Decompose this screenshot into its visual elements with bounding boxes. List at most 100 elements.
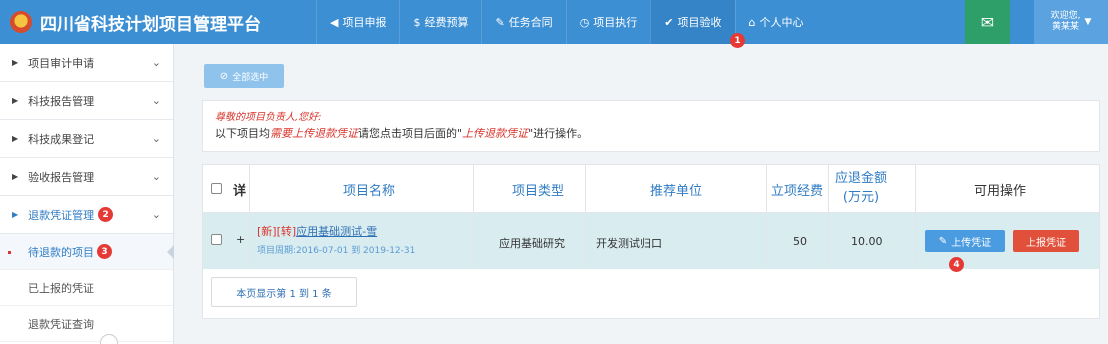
project-name-cell: [新][转]应用基础测试-雪 项目周期:2016-07-01 到 2019-12… xyxy=(257,223,415,256)
notice-suffix: "进行操作。 xyxy=(528,127,589,140)
triangle-right-icon: ▶ xyxy=(12,210,19,219)
sidebar-item-label: 科技报告管理 xyxy=(28,94,95,108)
report-voucher-label: 上报凭证 xyxy=(1026,237,1066,249)
user-menu[interactable]: 欢迎您, 黄某某 ▼ xyxy=(1034,0,1108,44)
step-badge: 2 xyxy=(98,207,114,222)
select-all-button[interactable]: ⊘ 全部选中 xyxy=(204,64,284,88)
col-refund-line1: 应退金额 xyxy=(835,171,888,186)
col-name[interactable]: 项目名称 xyxy=(343,180,395,199)
clock-icon: ◷ xyxy=(579,15,590,29)
project-name-link[interactable]: 应用基础测试-雪 xyxy=(296,225,377,238)
notice-text: 以下项目均需要上传退款凭证请您点击项目后面的"上传退款凭证"进行操作。 xyxy=(215,126,1087,142)
col-funding[interactable]: 立项经费 xyxy=(771,180,823,199)
funding-value: 50 xyxy=(793,235,807,248)
project-table: 详 项目名称 项目类型 推荐单位 立项经费 应退金额 (万元) 可用操作 + [… xyxy=(202,164,1100,319)
mail-button[interactable]: ✉ xyxy=(965,0,1010,44)
sidebar-item-label: 科技成果登记 xyxy=(28,132,95,146)
project-type: 应用基础研究 xyxy=(499,237,565,250)
table-row: + [新][转]应用基础测试-雪 项目周期:2016-07-01 到 2019-… xyxy=(203,213,1099,272)
triangle-right-icon: ▶ xyxy=(12,58,19,67)
sidebar-item-label: 验收报告管理 xyxy=(28,170,95,184)
sidebar-subitem-label: 退款凭证查询 xyxy=(28,317,94,331)
row-checkbox[interactable] xyxy=(211,234,222,245)
nav-label: 项目执行 xyxy=(593,16,638,29)
step-badge: 4 xyxy=(949,257,964,272)
sidebar-item-report[interactable]: ▶ 科技报告管理 ⌄ xyxy=(0,82,173,120)
expand-toggle[interactable]: + xyxy=(236,233,245,246)
send-icon: ◀ xyxy=(330,15,339,29)
sidebar-item-label: 项目审计申请 xyxy=(28,56,95,70)
recommending-unit: 开发测试归口 xyxy=(596,237,662,250)
nav-execution[interactable]: ◷ 项目执行 xyxy=(565,0,651,44)
sidebar-subitem-reported[interactable]: 已上报的凭证 xyxy=(0,270,173,306)
notice-highlight: 需要上传退款凭证 xyxy=(270,127,358,140)
pencil-icon: ✎ xyxy=(495,15,505,29)
sidebar-subitem-label: 已上报的凭证 xyxy=(28,281,94,295)
chevron-down-icon: ⌄ xyxy=(151,208,161,221)
sidebar-subitem-pending-refund[interactable]: 待退款的项目 3 xyxy=(0,234,174,270)
nav-contract[interactable]: ✎ 任务合同 xyxy=(481,0,565,44)
nav-project-apply[interactable]: ◀ 项目申报 xyxy=(316,0,399,44)
step-badge: 3 xyxy=(97,244,112,259)
table-header: 详 项目名称 项目类型 推荐单位 立项经费 应退金额 (万元) 可用操作 xyxy=(203,165,1099,213)
nav-personal-center[interactable]: ⌂ 个人中心 xyxy=(734,0,817,44)
top-navbar: 四川省科技计划项目管理平台 ◀ 项目申报 $ 经费预算 ✎ 任务合同 ◷ 项目执行 ✔ 项… xyxy=(0,0,1108,44)
home-icon: ⌂ xyxy=(748,15,756,29)
caret-down-icon: ▼ xyxy=(1084,16,1092,27)
triangle-right-icon: ▶ xyxy=(12,96,19,105)
notice-prefix: 以下项目均 xyxy=(215,127,270,140)
notice-panel: 尊敬的项目负责人,您好: 以下项目均需要上传退款凭证请您点击项目后面的"上传退款… xyxy=(202,100,1100,152)
sidebar-subitem-label: 待退款的项目 xyxy=(28,245,94,259)
nav-label: 经费预算 xyxy=(424,16,469,29)
brand[interactable]: 四川省科技计划项目管理平台 xyxy=(0,0,316,44)
upload-voucher-button[interactable]: ✎ 上传凭证 xyxy=(925,230,1005,252)
col-refund-line2: (万元) xyxy=(842,190,880,205)
triangle-right-icon: ▶ xyxy=(12,134,19,143)
mail-icon: ✉ xyxy=(980,12,995,32)
notice-mid: 请您点击项目后面的" xyxy=(358,127,463,140)
col-type[interactable]: 项目类型 xyxy=(512,180,564,199)
sidebar: ▶ 项目审计申请 ⌄ ▶ 科技报告管理 ⌄ ▶ 科技成果登记 ⌄ ▶ 验收报告管… xyxy=(0,44,174,344)
chevron-down-icon: ⌄ xyxy=(151,132,161,145)
col-detail: 详 xyxy=(233,184,247,199)
select-all-checkbox[interactable] xyxy=(211,183,222,194)
main-content: ⊘ 全部选中 尊敬的项目负责人,您好: 以下项目均需要上传退款凭证请您点击项目后… xyxy=(174,44,1108,344)
col-divider xyxy=(585,165,586,269)
col-divider xyxy=(766,165,767,269)
nav-label: 项目验收 xyxy=(677,16,722,29)
nav-label: 任务合同 xyxy=(508,16,553,29)
project-period: 项目周期:2016-07-01 到 2019-12-31 xyxy=(257,246,416,256)
triangle-right-icon: ▶ xyxy=(12,172,19,181)
project-tags: [新][转] xyxy=(257,225,297,238)
nav-label: 个人中心 xyxy=(759,16,804,29)
pagination-info: 本页显示第 1 到 1 条 xyxy=(211,277,357,307)
report-voucher-button[interactable]: 上报凭证 xyxy=(1013,230,1079,252)
col-actions: 可用操作 xyxy=(974,184,1027,199)
user-name: 黄某某 xyxy=(1052,22,1080,32)
chevron-down-icon: ⌄ xyxy=(151,170,161,183)
col-divider xyxy=(915,165,916,269)
app-title: 四川省科技计划项目管理平台 xyxy=(40,14,261,35)
col-divider xyxy=(828,165,829,269)
nav-acceptance[interactable]: ✔ 项目验收 xyxy=(650,0,735,44)
col-unit[interactable]: 推荐单位 xyxy=(650,180,702,199)
sidebar-subitem-query[interactable]: 退款凭证查询 xyxy=(0,306,173,342)
pencil-icon: ✎ xyxy=(938,235,948,247)
notice-highlight: 上传退款凭证 xyxy=(462,127,529,140)
chevron-down-icon: ⌄ xyxy=(151,56,161,69)
check-icon: ✔ xyxy=(664,15,674,29)
user-greeting: 欢迎您, xyxy=(1050,11,1081,21)
sidebar-item-label: 退款凭证管理 xyxy=(28,208,95,222)
col-refund[interactable]: 应退金额 (万元) xyxy=(835,169,887,207)
notice-greeting: 尊敬的项目负责人,您好: xyxy=(215,112,322,123)
nav-budget[interactable]: $ 经费预算 xyxy=(399,0,481,44)
col-divider xyxy=(473,165,474,269)
refund-value: 10.00 xyxy=(851,235,883,248)
upload-voucher-label: 上传凭证 xyxy=(951,237,992,249)
sidebar-item-achievement[interactable]: ▶ 科技成果登记 ⌄ xyxy=(0,120,173,158)
sidebar-item-refund[interactable]: ▶ 退款凭证管理 2 ⌄ xyxy=(0,196,173,234)
check-circle-icon: ⊘ xyxy=(219,70,229,82)
sidebar-item-audit[interactable]: ▶ 项目审计申请 ⌄ xyxy=(0,44,173,82)
emblem-icon xyxy=(10,11,32,33)
sidebar-item-acceptance-report[interactable]: ▶ 验收报告管理 ⌄ xyxy=(0,158,173,196)
